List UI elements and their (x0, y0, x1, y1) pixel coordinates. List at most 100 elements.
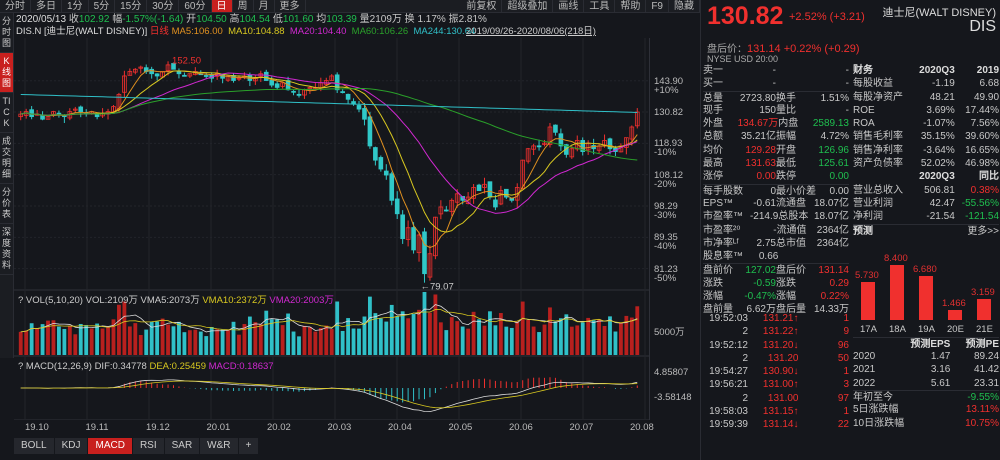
toolbar-button-5[interactable]: F9 (646, 0, 669, 12)
tick-row[interactable]: 2 131.22↑ 9 (703, 325, 849, 338)
forecast-title: 预测 (853, 225, 873, 237)
indicator-tab-2[interactable]: MACD (88, 438, 132, 454)
quote-row: 每手股数 0 最小价差 0.00 (703, 183, 849, 197)
tick-row[interactable]: 19:58:03 131.15↑ 1 (703, 405, 849, 418)
kline-chart[interactable]: 152.50 ←79.07 ? VOL(5,10,20) VOL:2109万 VMA… (14, 38, 650, 420)
tick-row[interactable]: 2 131.00 97 (703, 392, 849, 405)
forecast-more-link[interactable]: 更多>> (926, 225, 999, 237)
finance-cell: 42.47 (929, 197, 955, 209)
swing-value: 振2.81% (448, 14, 487, 25)
sidebar-tab-timeshare[interactable]: 分时图 (0, 13, 13, 53)
forecast-bar (919, 276, 933, 320)
price-change: +2.52% (+3.21) (789, 11, 865, 23)
indicator-tab-4[interactable]: SAR (164, 438, 200, 454)
price-axis-label: 98.29 -30% (654, 201, 678, 221)
tick-row[interactable]: 19:56:21 131.00↑ 3 (703, 378, 849, 391)
quote-cell: 2364亿 (816, 224, 849, 236)
toolbar-button-4[interactable]: 帮助 (615, 0, 647, 12)
toolbar-button-0[interactable]: 前复权 (461, 0, 503, 12)
volume-bar (182, 332, 187, 355)
sidebar-tab-profile[interactable]: 深度资料 (0, 224, 13, 275)
forecast-eps-cell: 2021 (853, 364, 876, 376)
period-tab-8[interactable]: 周 (233, 0, 254, 12)
tick-row[interactable]: 19:59:39 131.14↓ 22 (703, 418, 849, 431)
period-tab-4[interactable]: 15分 (115, 0, 148, 12)
forecast-eps-row: 2020 1.47 89.24 (853, 350, 999, 363)
volume-bar (531, 326, 536, 355)
tick-row[interactable]: 19:54:27 130.90↓ 1 (703, 365, 849, 378)
period-tab-6[interactable]: 60分 (179, 0, 212, 12)
volume-bar (160, 318, 165, 355)
forecast-eps-cell: 3.16 (930, 364, 951, 376)
volume-bar (520, 301, 525, 355)
performance-row: 年初至今 -9.55% (853, 390, 999, 403)
high-annotation: 152.50 (172, 56, 201, 67)
quote-cell: 127.02 (745, 265, 776, 277)
finance-cell: 7.56% (970, 118, 1000, 130)
volume-bar (548, 307, 552, 355)
sidebar-tab-tick[interactable]: TICK (0, 93, 13, 133)
quote-row: 涨跌 -0.59 涨跌 0.29 (703, 277, 849, 290)
quote-cell: 最低 (776, 158, 796, 170)
finance-cell: 销售净利率 (853, 144, 903, 156)
period-tab-7[interactable]: 日 (211, 0, 233, 12)
period-tab-0[interactable]: 分时 (0, 0, 31, 12)
period-tab-10[interactable]: 更多 (275, 0, 306, 12)
period-tab-5[interactable]: 30分 (147, 0, 180, 12)
indicator-tab-1[interactable]: KDJ (54, 438, 88, 454)
quote-cell: 0.29 (829, 277, 849, 289)
period-tab-9[interactable]: 月 (254, 0, 275, 12)
indicator-tab-3[interactable]: RSI (132, 438, 164, 454)
finance-cell: 销售毛利率 (853, 131, 903, 143)
volume-bar (204, 336, 209, 355)
period-tab-1[interactable]: 多日 (31, 0, 62, 12)
indicator-tab-6[interactable]: + (238, 438, 259, 454)
quote-cell: EPS™ (703, 197, 734, 209)
candle-body (56, 112, 62, 115)
tick-volume: 9 (843, 326, 849, 338)
volume-bar (67, 325, 72, 355)
sidebar-tab-trades[interactable]: 成交明细 (0, 133, 13, 184)
volume-bar (597, 319, 601, 355)
forecast-eps-cell: 预测EPS (910, 338, 951, 350)
tick-list[interactable]: 19:52:03 131.21↑ 1 2 131.22↑ 9 19:52:12 131.20↓… (703, 312, 849, 432)
quote-cell: 盘前价 (703, 265, 733, 277)
macd-header: ? MACD(12,26,9) DIF:0.34778 DEA:0.25459 … (18, 361, 274, 372)
tick-volume: 1 (843, 366, 849, 378)
candle-body (367, 116, 373, 147)
volume-bar (275, 319, 280, 355)
tick-row[interactable]: 19:52:03 131.21↑ 1 (703, 312, 849, 325)
candle-body (334, 74, 340, 91)
toolbar-button-3[interactable]: 工具 (584, 0, 616, 12)
tick-row[interactable]: 2 131.20 50 (703, 352, 849, 365)
finance-cell: 48.21 (929, 91, 955, 103)
volume-bar (417, 309, 421, 355)
quote-cell: - (772, 78, 776, 90)
quote-cell: 2364亿 (816, 237, 849, 249)
indicator-tab-5[interactable]: W&R (200, 438, 238, 454)
indicator-tab-0[interactable]: BOLL (14, 438, 54, 454)
volume-bar (515, 321, 520, 355)
period-tab-2[interactable]: 1分 (62, 0, 89, 12)
tick-row[interactable]: 19:52:12 131.20↓ 96 (703, 339, 849, 352)
sidebar-tab-kline[interactable]: K线图 (0, 53, 13, 93)
volume-bar (127, 326, 132, 355)
toolbar-button-2[interactable]: 画线 (553, 0, 585, 12)
forecast-eps-cell: 89.24 (973, 351, 1000, 363)
candle-body (78, 106, 84, 112)
finance-row: 每股净资产 48.21 49.90 (853, 91, 999, 104)
tick-time: 19:58:03 (709, 406, 748, 418)
forecast-value-label: 8.400 (884, 252, 908, 264)
price-axis-label: 130.82 (654, 107, 684, 119)
quote-cell: 盘后价 (776, 265, 806, 277)
toolbar-button-6[interactable]: 隐藏 (669, 0, 700, 12)
sidebar-tab-price-table[interactable]: 分价表 (0, 184, 13, 224)
forecast-eps-header: 预测EPS 预测PE (853, 336, 999, 350)
price-axis-label: 118.93 -10% (654, 138, 683, 159)
quote-cell: 跌停 (776, 171, 796, 183)
performance-value: 10.75% (965, 417, 999, 429)
toolbar-button-1[interactable]: 超级叠加 (502, 0, 554, 12)
period-tab-3[interactable]: 5分 (89, 0, 116, 12)
date-range-selector[interactable]: 2019/09/26-2020/08/06(218日) (466, 26, 596, 38)
volume-bar (591, 320, 596, 355)
